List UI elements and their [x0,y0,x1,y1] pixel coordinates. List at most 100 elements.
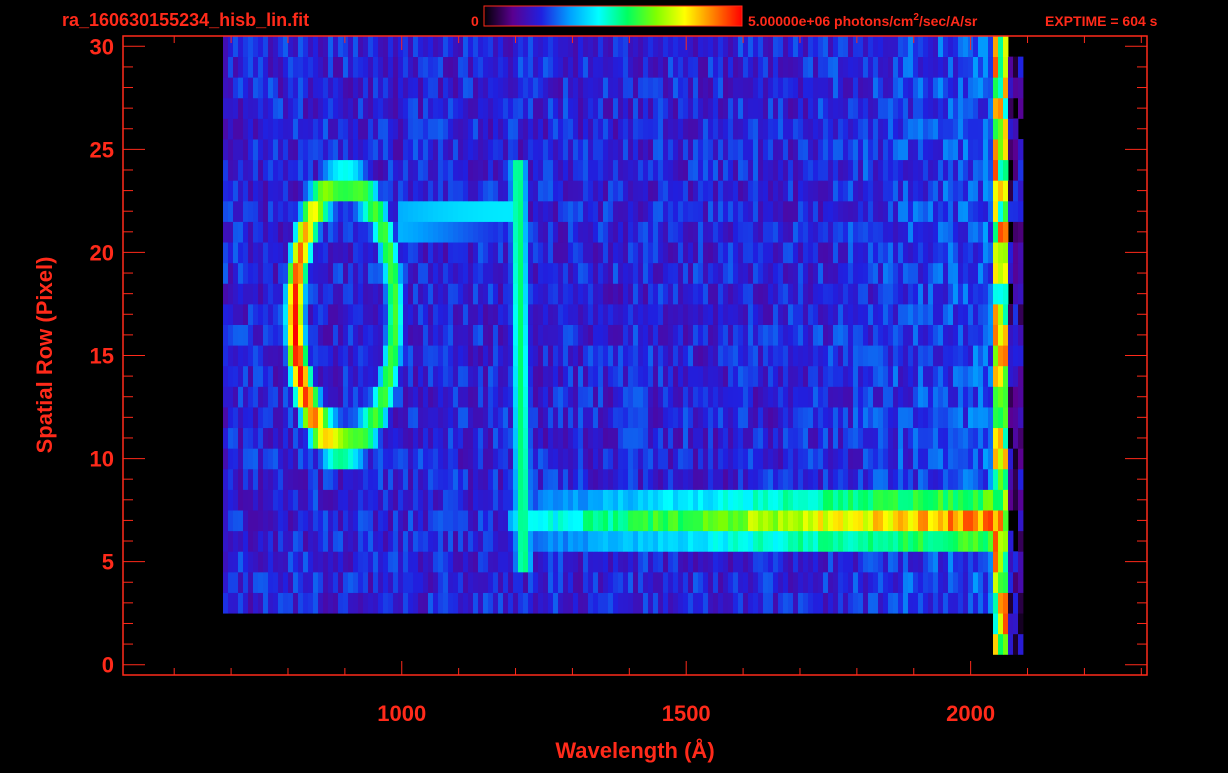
heatmap-cell [823,262,829,284]
heatmap-cell [828,427,834,449]
heatmap-cell [243,407,249,429]
heatmap-cell [583,283,589,305]
heatmap-cell [288,592,294,614]
heatmap-cell [973,56,979,78]
heatmap-cell [443,180,449,202]
heatmap-cell [673,200,679,222]
heatmap-cell [598,530,604,552]
heatmap-cell [468,489,474,511]
heatmap-cell [503,407,509,429]
heatmap-cell [773,551,779,573]
heatmap-cell [798,200,804,222]
heatmap-cell [603,510,609,532]
heatmap-cell [458,448,464,470]
heatmap-cell [628,468,634,490]
heatmap-cell [588,118,594,140]
heatmap-cell [738,592,744,614]
heatmap-cell [703,592,709,614]
heatmap-cell [588,56,594,78]
heatmap-cell [453,448,459,470]
heatmap-cell [373,592,379,614]
heatmap-cell [348,36,354,58]
heatmap-cell [853,427,859,449]
heatmap-cell [733,242,739,264]
heatmap-cell [348,386,354,408]
heatmap-cell [403,551,409,573]
heatmap-cell [238,303,244,325]
heatmap-cell [403,571,409,593]
heatmap-cell [298,345,304,367]
heatmap-cell [433,262,439,284]
heatmap-cell [678,118,684,140]
heatmap-cell [683,386,689,408]
heatmap-cell [588,551,594,573]
heatmap-cell [643,510,649,532]
heatmap-cell [823,180,829,202]
heatmap-cell [268,345,274,367]
heatmap-cell [843,407,849,429]
heatmap-cell [568,118,574,140]
heatmap-cell [583,221,589,243]
heatmap-cell [428,489,434,511]
heatmap-cell [928,97,934,119]
heatmap-cell [468,97,474,119]
heatmap-cell [713,510,719,532]
heatmap-cell [603,571,609,593]
heatmap-cell [843,489,849,511]
heatmap-cell [473,200,479,222]
heatmap-cell [383,283,389,305]
heatmap-cell [358,56,364,78]
heatmap-cell [688,139,694,161]
heatmap-cell [858,448,864,470]
heatmap-cell [1013,139,1019,161]
heatmap-cell [423,427,429,449]
heatmap-cell [283,530,289,552]
heatmap-cell [463,386,469,408]
heatmap-cell [353,200,359,222]
heatmap-cell [338,221,344,243]
heatmap-cell [523,159,529,181]
heatmap-cell [323,530,329,552]
heatmap-cell [903,592,909,614]
heatmap-cell [978,468,984,490]
heatmap-cell [713,242,719,264]
exptime-label: EXPTIME = 604 s [1045,13,1158,29]
heatmap-cell [508,221,514,243]
heatmap-cell [653,551,659,573]
heatmap-cell [858,242,864,264]
heatmap-cell [713,365,719,387]
heatmap-cell [1003,221,1009,243]
heatmap-cell [1013,324,1019,346]
heatmap-cell [703,324,709,346]
heatmap-cell [378,242,384,264]
heatmap-cell [508,159,514,181]
heatmap-cell [518,118,524,140]
heatmap-cell [323,77,329,99]
heatmap-cell [618,407,624,429]
heatmap-cell [398,468,404,490]
heatmap-cell [748,407,754,429]
heatmap-cell [748,36,754,58]
heatmap-cell [623,407,629,429]
heatmap-cell [678,530,684,552]
heatmap-cell [613,386,619,408]
heatmap-cell [803,139,809,161]
heatmap-cell [773,592,779,614]
heatmap-cell [838,242,844,264]
heatmap-cell [768,36,774,58]
heatmap-cell [323,118,329,140]
heatmap-cell [368,262,374,284]
heatmap-cell [353,77,359,99]
heatmap-cell [288,530,294,552]
heatmap-cell [888,283,894,305]
heatmap-cell [448,200,454,222]
heatmap-cell [853,592,859,614]
heatmap-cell [673,427,679,449]
heatmap-cell [878,303,884,325]
heatmap-cell [823,427,829,449]
heatmap-cell [733,200,739,222]
heatmap-cell [578,448,584,470]
heatmap-cell [998,613,1004,635]
heatmap-cell [338,118,344,140]
heatmap-cell [943,510,949,532]
